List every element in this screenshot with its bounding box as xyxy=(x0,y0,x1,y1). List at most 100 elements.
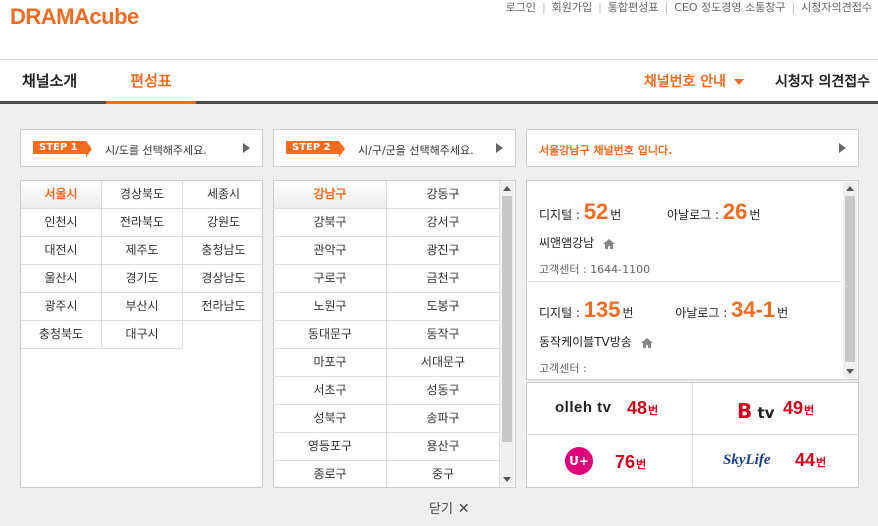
region-item[interactable]: 경기도 xyxy=(102,265,183,293)
district-item[interactable]: 마포구 xyxy=(274,349,387,377)
btv-logo: B tv xyxy=(737,399,775,423)
region-item[interactable]: 부산시 xyxy=(102,293,183,321)
step1-text: 시/도를 선택해주세요. xyxy=(105,144,207,157)
close-button[interactable]: 닫기 ✕ xyxy=(429,498,470,517)
region-item[interactable]: 세종시 xyxy=(183,181,264,209)
operator-olleh[interactable]: olleh tv 48번 xyxy=(527,383,693,435)
customer-center-2: 고객센터 : xyxy=(539,362,587,375)
digital-number: 52 xyxy=(583,199,609,224)
region-item[interactable]: 전라북도 xyxy=(102,209,183,237)
district-item[interactable]: 동대문구 xyxy=(274,321,387,349)
ceo-link[interactable]: CEO 정도경영 소통창구 xyxy=(668,1,791,14)
district-item[interactable]: 송파구 xyxy=(387,405,500,433)
district-item[interactable]: 노원구 xyxy=(274,293,387,321)
district-item[interactable]: 종로구 xyxy=(274,461,387,487)
main-nav: 채널소개 편성표 채널번호 안내 시청자 의견접수 xyxy=(0,60,878,104)
region-item[interactable]: 제주도 xyxy=(102,237,183,265)
viewer-feedback-link[interactable]: 시청자의견접수 xyxy=(795,1,878,14)
result-header[interactable]: 서울강남구 채널번호 입니다. xyxy=(526,129,859,167)
operator-skylife[interactable]: SkyLife 44번 xyxy=(693,435,859,487)
skylife-number: 44번 xyxy=(795,450,827,470)
scroll-down-icon[interactable] xyxy=(846,369,854,374)
district-item[interactable]: 성동구 xyxy=(387,377,500,405)
step2-header[interactable]: STEP 2 시/구/군을 선택해주세요. xyxy=(273,129,516,167)
district-item[interactable]: 중구 xyxy=(387,461,500,487)
district-item[interactable]: 관악구 xyxy=(274,237,387,265)
operator-btv[interactable]: B tv 49번 xyxy=(693,383,859,435)
channel-entry-2-numbers: 디지털 : 135 번 아날로그 : 34-1 번 xyxy=(539,297,789,322)
district-item[interactable]: 서대문구 xyxy=(387,349,500,377)
arrow-right-icon xyxy=(839,143,846,153)
provider-1[interactable]: 씨앤앰강남 xyxy=(539,234,616,251)
schedule-link[interactable]: 통합편성표 xyxy=(602,1,665,14)
close-icon: ✕ xyxy=(457,501,470,517)
district-item[interactable]: 강북구 xyxy=(274,209,387,237)
home-icon[interactable] xyxy=(603,238,616,249)
region-item[interactable]: 광주시 xyxy=(21,293,102,321)
caret-down-icon xyxy=(734,79,744,85)
result-title: 서울강남구 채널번호 입니다. xyxy=(539,144,673,157)
district-grid: 강남구 강동구 강북구 강서구 관악구 광진구 구로구 금천구 노원구 도봉구 동대문구 동작구 마포구… xyxy=(274,181,515,487)
scroll-down-icon[interactable] xyxy=(503,477,511,482)
region-grid: 서울시 경상북도 세종시인천시 전라북도 강원도대전시 제주도 충청남도울산시 경기도 경상남도… xyxy=(21,181,264,349)
uplus-logo: U+ xyxy=(565,447,593,475)
divider xyxy=(527,281,842,282)
region-item[interactable]: 전라남도 xyxy=(183,293,264,321)
login-link[interactable]: 로그인 xyxy=(500,1,542,14)
scroll-up-icon[interactable] xyxy=(503,186,511,191)
digital-number: 135 xyxy=(583,297,621,322)
channel-scrollbar[interactable] xyxy=(843,182,857,378)
district-item[interactable]: 용산구 xyxy=(387,433,500,461)
district-item[interactable]: 동작구 xyxy=(387,321,500,349)
region-item[interactable]: 인천시 xyxy=(21,209,102,237)
region-item[interactable]: 경상남도 xyxy=(183,265,264,293)
channel-guide-dropdown[interactable]: 채널번호 안내 xyxy=(644,71,744,91)
district-item[interactable]: 금천구 xyxy=(387,265,500,293)
district-item[interactable]: 구로구 xyxy=(274,265,387,293)
step1-header[interactable]: STEP 1 시/도를 선택해주세요. xyxy=(20,129,263,167)
district-item[interactable]: 성북구 xyxy=(274,405,387,433)
district-item[interactable]: 강서구 xyxy=(387,209,500,237)
channel-info: 디지털 : 52 번 아날로그 : 26 번 씨앤앰강남 고객센터 : 1644-1… xyxy=(526,180,859,380)
arrow-right-icon xyxy=(243,143,250,153)
step1-badge: STEP 1 xyxy=(33,141,92,157)
region-item[interactable]: 대전시 xyxy=(21,237,102,265)
district-item[interactable]: 강동구 xyxy=(387,181,500,209)
provider-2[interactable]: 동작케이블TV방송 xyxy=(539,333,653,350)
district-scrollbar[interactable] xyxy=(500,182,514,486)
district-item[interactable]: 광진구 xyxy=(387,237,500,265)
skylife-logo: SkyLife xyxy=(723,452,771,468)
analog-number: 26 xyxy=(722,199,748,224)
tab-channel-intro[interactable]: 채널소개 xyxy=(22,70,77,101)
region-item[interactable]: 강원도 xyxy=(183,209,264,237)
home-icon[interactable] xyxy=(640,337,653,348)
dramacube-logo[interactable]: DRAMAcube xyxy=(10,4,139,30)
arrow-right-icon xyxy=(496,143,503,153)
region-list: 서울시 경상북도 세종시인천시 전라북도 강원도대전시 제주도 충청남도울산시 경기도 경상남도… xyxy=(20,180,264,488)
signup-link[interactable]: 회원가입 xyxy=(546,1,598,14)
step2-badge: STEP 2 xyxy=(286,141,345,157)
region-item[interactable]: 충청남도 xyxy=(183,237,264,265)
scroll-thumb[interactable] xyxy=(845,196,855,362)
district-item[interactable]: 강남구 xyxy=(274,181,387,209)
region-item[interactable]: 경상북도 xyxy=(102,181,183,209)
scroll-thumb[interactable] xyxy=(502,196,512,442)
channel-entry-1-numbers: 디지털 : 52 번 아날로그 : 26 번 xyxy=(539,199,761,224)
viewer-opinion-link[interactable]: 시청자 의견접수 xyxy=(775,71,870,91)
olleh-tv-logo: olleh tv xyxy=(555,399,612,416)
scroll-up-icon[interactable] xyxy=(846,186,854,191)
top-header: DRAMAcube 로그인 | 회원가입 | 통합편성표 | CEO 정도경영 소통창구 | 시… xyxy=(0,0,878,60)
region-item[interactable]: 충청북도 xyxy=(21,321,102,349)
btv-number: 49번 xyxy=(783,398,815,418)
uplus-number: 76번 xyxy=(615,452,647,472)
operator-uplus[interactable]: U+ 76번 xyxy=(527,435,693,487)
region-item[interactable]: 울산시 xyxy=(21,265,102,293)
district-item[interactable]: 영등포구 xyxy=(274,433,387,461)
tab-schedule[interactable]: 편성표 xyxy=(106,70,196,104)
customer-center-1: 고객센터 : 1644-1100 xyxy=(539,263,651,276)
region-item[interactable]: 서울시 xyxy=(21,181,102,209)
region-item[interactable]: 대구시 xyxy=(102,321,183,349)
district-item[interactable]: 도봉구 xyxy=(387,293,500,321)
district-item[interactable]: 서초구 xyxy=(274,377,387,405)
district-list: 강남구 강동구 강북구 강서구 관악구 광진구 구로구 금천구 노원구 도봉구 동대문구 동작구 마포구… xyxy=(273,180,516,488)
